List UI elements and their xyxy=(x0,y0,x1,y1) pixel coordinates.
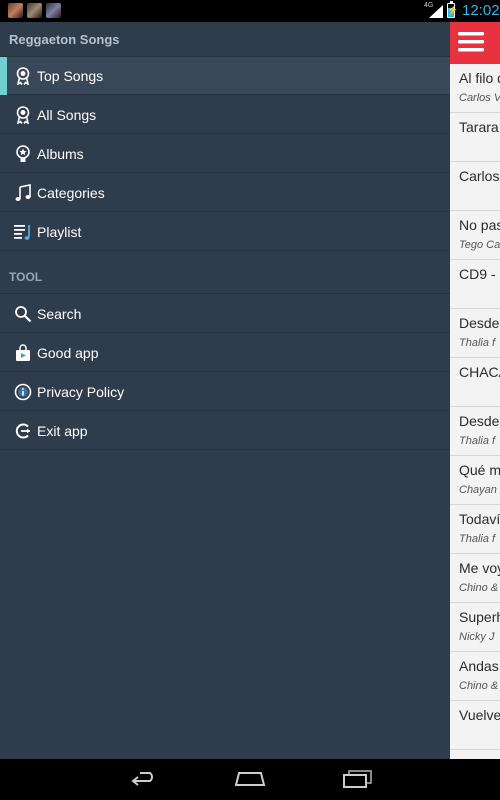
song-title: Todaví xyxy=(459,511,500,527)
album-badge-icon xyxy=(16,145,30,162)
battery-icon: ⚡ xyxy=(447,1,459,18)
charging-bolt-icon: ⚡ xyxy=(447,5,459,15)
system-navigation-bar xyxy=(0,759,500,800)
tool-section-header: TOOL xyxy=(9,270,43,284)
song-title: CD9 - I xyxy=(459,266,500,282)
award-ribbon-icon xyxy=(16,67,30,85)
song-title: Al filo d xyxy=(459,70,500,86)
song-list-item[interactable]: CHACA xyxy=(450,358,500,407)
song-artist: Chino & xyxy=(459,582,499,594)
menu-icon[interactable] xyxy=(458,31,484,53)
album-art-notification-icon xyxy=(46,3,61,18)
nav-label-top-songs: Top Songs xyxy=(37,68,104,84)
song-artist: Carlos V xyxy=(459,92,500,104)
song-list-item[interactable]: Desde Thalia f xyxy=(450,407,500,456)
song-title: CHACA xyxy=(459,364,500,380)
album-art-notification-icon xyxy=(27,3,42,18)
drawer-title: Reggaeton Songs xyxy=(9,32,120,47)
song-list-item[interactable]: Me voy Chino & xyxy=(450,554,500,603)
song-list-item[interactable]: Al filo d Carlos V xyxy=(450,64,500,113)
nav-item-top-songs[interactable]: Top Songs xyxy=(0,57,450,95)
song-artist: Thalia f xyxy=(459,533,496,545)
divider xyxy=(0,293,450,294)
recent-apps-icon[interactable] xyxy=(341,769,373,789)
nav-label-all-songs: All Songs xyxy=(37,107,97,123)
exit-icon xyxy=(15,423,30,439)
song-artist: Thalia f xyxy=(459,435,496,447)
nav-item-exit-app[interactable]: Exit app xyxy=(0,412,450,450)
song-title: Tarara xyxy=(459,119,499,135)
nav-label-playlist: Playlist xyxy=(37,224,82,240)
nav-label-albums: Albums xyxy=(37,146,84,162)
nav-item-privacy-policy[interactable]: Privacy Policy xyxy=(0,373,450,411)
award-ribbon-icon xyxy=(16,106,30,124)
nav-item-albums[interactable]: Albums xyxy=(0,135,450,173)
song-list-item[interactable]: Qué m Chayan xyxy=(450,456,500,505)
info-icon xyxy=(14,383,32,401)
home-icon[interactable] xyxy=(234,769,266,789)
song-artist: Thalia f xyxy=(459,337,496,349)
song-list-item[interactable]: Andas Chino & xyxy=(450,652,500,701)
song-title: Andas xyxy=(459,658,499,674)
song-list-screen: Al filo d Carlos V Tarara Carlos No pas Tego … xyxy=(450,22,500,759)
nav-label-privacy-policy: Privacy Policy xyxy=(37,384,125,400)
song-artist: Chayan xyxy=(459,484,497,496)
playlist-icon xyxy=(14,225,30,240)
nav-label-good-app: Good app xyxy=(37,345,99,361)
song-list-item[interactable]: Vuelve xyxy=(450,701,500,750)
navigation-drawer: Reggaeton Songs Top Songs All Songs Albu… xyxy=(0,22,450,759)
song-title: Desde xyxy=(459,413,500,429)
nav-item-search[interactable]: Search xyxy=(0,295,450,333)
song-artist: Tego Ca xyxy=(459,239,500,251)
song-list-item[interactable]: No pas Tego Ca xyxy=(450,211,500,260)
signal-icon xyxy=(429,5,443,18)
song-list-item[interactable]: Tarara xyxy=(450,113,500,162)
album-art-notification-icon xyxy=(8,3,23,18)
nav-label-exit-app: Exit app xyxy=(37,423,88,439)
song-title: No pas xyxy=(459,217,500,233)
nav-label-categories: Categories xyxy=(37,185,105,201)
shopping-bag-icon xyxy=(16,344,30,361)
status-bar: 4G ⚡ 12:02 xyxy=(0,0,500,22)
song-list: Al filo d Carlos V Tarara Carlos No pas Tego … xyxy=(450,64,500,750)
nav-item-good-app[interactable]: Good app xyxy=(0,334,450,372)
search-icon xyxy=(15,306,32,323)
nav-item-all-songs[interactable]: All Songs xyxy=(0,96,450,134)
song-title: Desde xyxy=(459,315,500,331)
active-indicator xyxy=(0,57,7,95)
song-list-item[interactable]: Desde Thalia f xyxy=(450,309,500,358)
nav-item-categories[interactable]: Categories xyxy=(0,174,450,212)
music-note-icon xyxy=(15,184,31,201)
song-title: Superh xyxy=(459,609,500,625)
song-title: Me voy xyxy=(459,560,500,576)
nav-item-playlist[interactable]: Playlist xyxy=(0,213,450,251)
song-title: Vuelve xyxy=(459,707,500,723)
song-title: Qué m xyxy=(459,462,500,478)
song-title: Carlos xyxy=(459,168,500,184)
back-icon[interactable] xyxy=(128,769,158,789)
song-artist: Nicky J xyxy=(459,631,495,643)
nav-label-search: Search xyxy=(37,306,82,322)
song-artist: Chino & xyxy=(459,680,499,692)
song-list-item[interactable]: Superh Nicky J xyxy=(450,603,500,652)
song-list-item[interactable]: CD9 - I xyxy=(450,260,500,309)
song-list-item[interactable]: Todaví Thalia f xyxy=(450,505,500,554)
song-list-item[interactable]: Carlos xyxy=(450,162,500,211)
app-header xyxy=(450,22,500,64)
screen: 4G ⚡ 12:02 Al filo d Carlos V Tarara Carlos… xyxy=(0,0,500,800)
clock: 12:02 xyxy=(462,2,500,19)
